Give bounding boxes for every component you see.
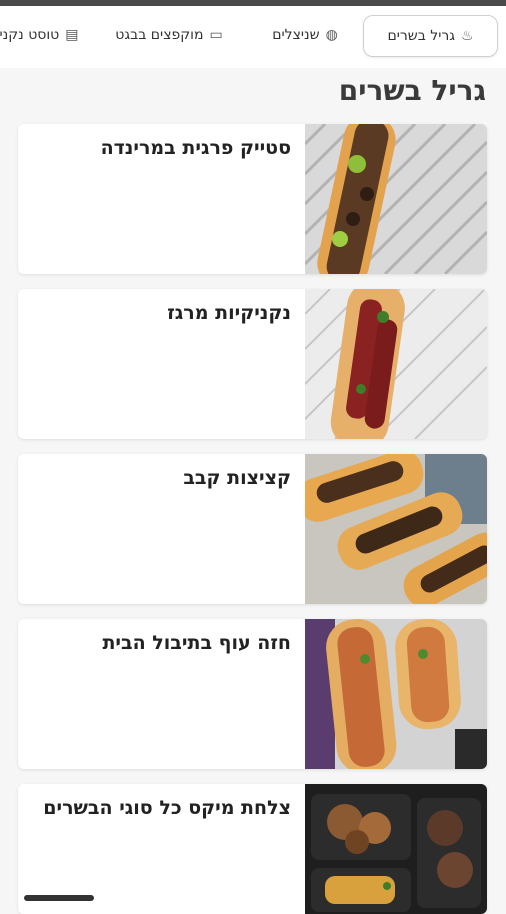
grill-icon: ♨ xyxy=(461,28,474,44)
menu-item-card[interactable]: חזה עוף בתיבול הבית xyxy=(18,619,487,769)
category-tabs: ▤ טוסט נקניק ▭ מוקפצים בבגט ◍ שניצלים ♨ … xyxy=(0,6,506,68)
menu-item-name: סטייק פרגית במרינדה xyxy=(100,137,291,159)
tab-label: גריל בשרים xyxy=(387,28,455,44)
scroll-indicator xyxy=(24,895,94,901)
tab-label: טוסט נקניק xyxy=(0,27,60,43)
tab-label: מוקפצים בבגט xyxy=(115,27,204,43)
menu-item-name: קציצות קבב xyxy=(183,467,291,489)
tab-schnitzels[interactable]: ◍ שניצלים xyxy=(262,15,348,55)
menu-item-name: נקניקיות מרגז xyxy=(167,302,291,324)
tab-toast-sausage[interactable]: ▤ טוסט נקניק xyxy=(0,15,82,55)
section-title: גריל בשרים xyxy=(338,74,486,107)
chicken-breast-baguette-photo xyxy=(305,619,487,769)
chicken-steak-baguette-photo xyxy=(305,124,487,274)
menu-item-card[interactable]: קציצות קבב xyxy=(18,454,487,604)
menu-item-name: צלחת מיקס כל סוגי הבשרים xyxy=(43,797,291,819)
mixed-meat-plate-photo xyxy=(305,784,487,914)
kebab-baguette-photo xyxy=(305,454,487,604)
baguette-icon: ▭ xyxy=(209,27,223,43)
schnitzel-icon: ◍ xyxy=(325,27,338,43)
menu-item-card[interactable]: סטייק פרגית במרינדה xyxy=(18,124,487,274)
menu-item-name: חזה עוף בתיבול הבית xyxy=(102,632,291,654)
tab-label: שניצלים xyxy=(272,27,320,43)
tab-baguette-stirfry[interactable]: ▭ מוקפצים בבגט xyxy=(104,15,234,55)
toast-icon: ▤ xyxy=(65,27,79,43)
tab-grill-meats[interactable]: ♨ גריל בשרים xyxy=(363,15,498,57)
menu-item-card[interactable]: נקניקיות מרגז xyxy=(18,289,487,439)
merguez-baguette-photo xyxy=(305,289,487,439)
